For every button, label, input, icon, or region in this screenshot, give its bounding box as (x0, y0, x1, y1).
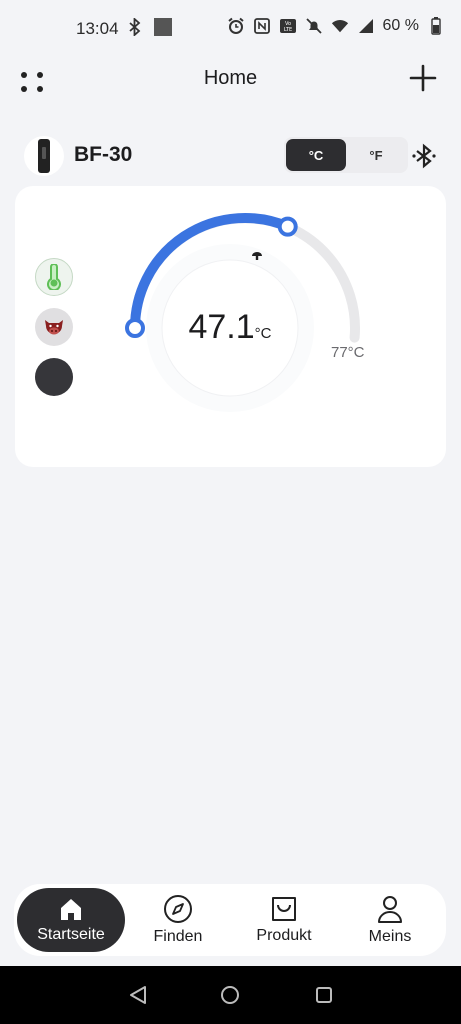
device-name: BF-30 (74, 143, 133, 166)
probe-card[interactable]: 47.1°C 77°C (15, 186, 446, 467)
bluetooth-icon[interactable] (411, 143, 437, 169)
svg-text:LTE: LTE (283, 27, 291, 33)
battery-percent: 60 % (382, 17, 419, 34)
page-title: Home (203, 67, 258, 89)
target-temperature: 77°C (331, 344, 365, 361)
recents-icon[interactable] (313, 984, 335, 1006)
device-image[interactable] (24, 136, 64, 176)
status-time: 13:04 (76, 19, 119, 38)
unit-toggle: °C °F (284, 137, 408, 173)
plus-icon[interactable] (407, 62, 439, 94)
back-icon[interactable] (127, 984, 149, 1006)
signal-icon (357, 17, 375, 35)
bluetooth-icon (126, 18, 144, 36)
fahrenheit-button[interactable]: °F (348, 139, 404, 171)
nav-label: Meins (368, 928, 412, 945)
wifi-icon (331, 17, 349, 35)
gauge-current-handle (277, 216, 298, 237)
nav-produkt[interactable]: Produkt (244, 884, 324, 956)
alarm-icon (227, 17, 245, 35)
status-bar: 13:04 Vo LTE 60 % (0, 0, 461, 58)
nav-label: Startseite (37, 926, 105, 943)
compass-icon (164, 895, 192, 923)
nav-finden[interactable]: Finden (138, 884, 218, 956)
nav-label: Finden (153, 928, 203, 945)
person-icon (378, 896, 402, 923)
device-row: BF-30 °C °F (22, 134, 442, 178)
volte-icon: Vo LTE (279, 17, 297, 35)
bag-icon (272, 897, 296, 921)
system-nav-bar (0, 966, 461, 1024)
battery-icon (427, 17, 445, 35)
nav-label: Produkt (256, 927, 312, 944)
notification-square-icon (154, 18, 172, 36)
home-icon (61, 899, 81, 920)
current-temperature: 47.1°C (165, 308, 295, 347)
celsius-button[interactable]: °C (286, 139, 346, 171)
home-circle-icon[interactable] (219, 984, 241, 1006)
nfc-icon (253, 17, 271, 35)
nav-meins[interactable]: Meins (350, 884, 430, 956)
current-temp-value: 47.1 (188, 308, 255, 346)
nav-startseite[interactable]: Startseite (17, 888, 125, 952)
bottom-nav: Startseite Finden Produkt Meins (14, 884, 446, 956)
current-temp-unit: °C (254, 325, 272, 342)
mute-icon (305, 17, 323, 35)
gauge-start-handle (125, 318, 145, 338)
app-header: Home (0, 58, 461, 102)
